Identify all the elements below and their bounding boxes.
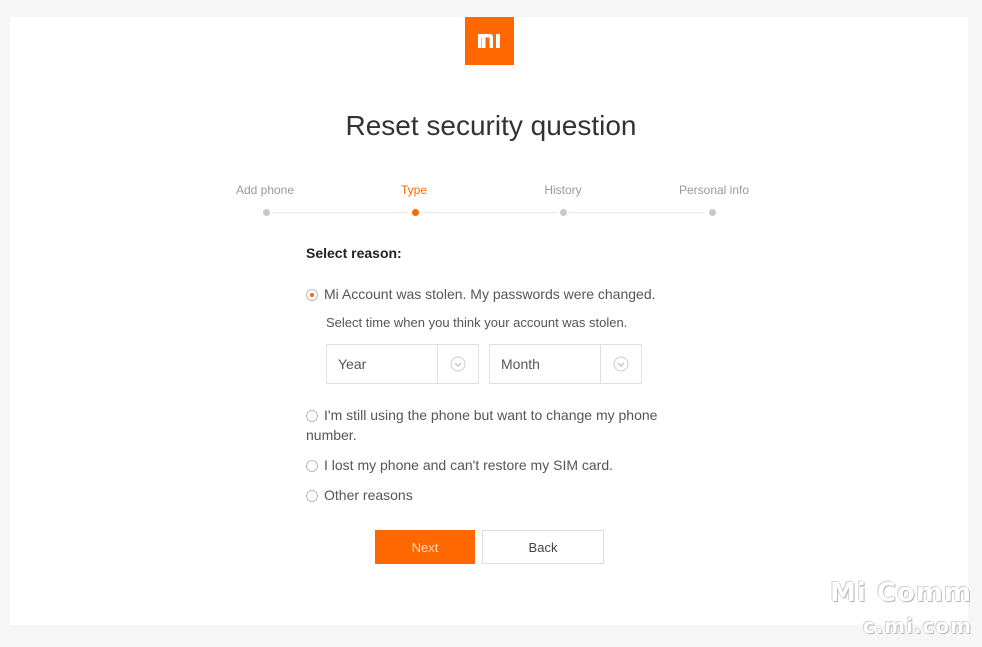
option-label: Other reasons: [324, 487, 413, 503]
step-dot-history: [560, 209, 567, 216]
progress-stepper: Add phone Type History Personal info: [0, 0, 982, 230]
step-history: History: [544, 183, 582, 197]
stolen-time-hint: Select time when you think your account …: [326, 315, 628, 330]
radio-checked-icon[interactable]: [306, 289, 318, 301]
radio-unchecked-icon[interactable]: [306, 490, 318, 502]
step-dot-type: [412, 209, 419, 216]
step-type: Type: [400, 183, 427, 197]
month-dropdown-toggle[interactable]: [600, 345, 641, 383]
month-select[interactable]: Month: [489, 344, 642, 384]
option-label: I lost my phone and can't restore my SIM…: [324, 457, 614, 473]
next-button[interactable]: Next: [375, 530, 475, 564]
option-account-stolen[interactable]: Mi Account was stolen. My passwords were…: [306, 284, 686, 304]
month-select-value: Month: [501, 356, 540, 372]
option-label: Mi Account was stolen. My passwords were…: [324, 286, 656, 302]
radio-unchecked-icon[interactable]: [306, 460, 318, 472]
step-connector: [272, 212, 408, 213]
watermark-url: c.mi.com: [862, 614, 972, 638]
back-button[interactable]: Back: [482, 530, 604, 564]
step-personal-info: Personal info: [678, 183, 750, 197]
step-connector: [569, 212, 705, 213]
option-label: I'm still using the phone but want to ch…: [306, 407, 658, 443]
step-connector: [421, 212, 557, 213]
year-dropdown-toggle[interactable]: [437, 345, 478, 383]
chevron-down-icon: [450, 356, 466, 372]
reason-heading: Select reason:: [306, 245, 402, 261]
step-add-phone: Add phone: [235, 183, 295, 197]
chevron-down-icon: [613, 356, 629, 372]
step-dot-personal-info: [709, 209, 716, 216]
option-lost-phone[interactable]: I lost my phone and can't restore my SIM…: [306, 455, 686, 475]
year-select-value: Year: [338, 356, 367, 372]
step-dot-add-phone: [263, 209, 270, 216]
option-change-phone-number[interactable]: I'm still using the phone but want to ch…: [306, 405, 686, 445]
radio-unchecked-icon[interactable]: [306, 410, 318, 422]
watermark-mi-comm: Mi Comm: [830, 578, 972, 608]
option-other-reasons[interactable]: Other reasons: [306, 485, 686, 505]
year-select[interactable]: Year: [326, 344, 479, 384]
